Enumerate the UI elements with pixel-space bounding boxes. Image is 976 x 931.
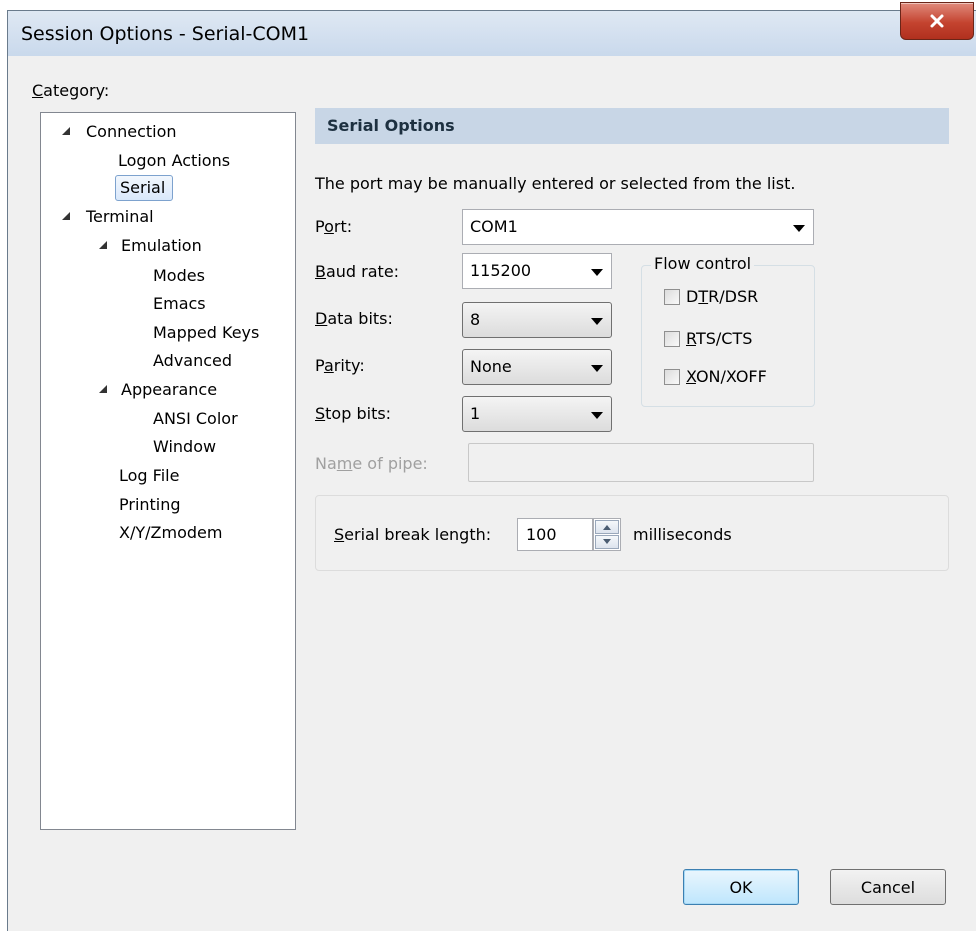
tree-item-xyzmodem[interactable]: X/Y/Zmodem (119, 523, 222, 543)
parity-select[interactable]: None (462, 349, 612, 385)
expanded-arrow-icon[interactable] (98, 240, 108, 250)
cancel-button[interactable]: Cancel (830, 869, 946, 905)
stop-bits-select[interactable]: 1 (462, 396, 612, 432)
close-icon (930, 14, 944, 28)
data-bits-value: 8 (470, 310, 481, 329)
pipe-name-input (468, 443, 814, 482)
parity-value: None (470, 357, 512, 376)
expanded-arrow-icon[interactable] (98, 384, 108, 394)
tree-item-ansi-color[interactable]: ANSI Color (153, 409, 238, 429)
tree-item-log-file[interactable]: Log File (119, 466, 179, 486)
window-title: Session Options - Serial-COM1 (21, 23, 310, 45)
expanded-arrow-icon[interactable] (61, 211, 71, 221)
serial-options-header: Serial Options (315, 108, 949, 144)
serial-break-input[interactable]: 100 (517, 518, 593, 551)
flow-control-label: Flow control (651, 254, 755, 273)
tree-item-appearance[interactable]: Appearance (121, 380, 217, 400)
stop-bits-value: 1 (470, 404, 481, 423)
tree-item-printing[interactable]: Printing (119, 495, 181, 515)
pipe-name-label: Name of pipe: (315, 454, 428, 473)
tree-item-logon-actions[interactable]: Logon Actions (118, 151, 230, 171)
xon-xoff-checkbox[interactable] (664, 369, 680, 385)
tree-item-emacs[interactable]: Emacs (153, 294, 206, 314)
ok-button[interactable]: OK (683, 869, 799, 905)
tree-item-serial[interactable]: Serial (120, 178, 165, 198)
title-bar[interactable]: Session Options - Serial-COM1 (8, 2, 976, 56)
tree-item-connection[interactable]: Connection (86, 122, 177, 142)
baud-rate-label: Baud rate: (315, 262, 400, 281)
baud-rate-combobox[interactable]: 115200 (462, 253, 612, 289)
section-title: Serial Options (327, 116, 455, 135)
dtr-dsr-checkbox[interactable] (664, 289, 680, 305)
chevron-down-icon[interactable] (591, 269, 603, 276)
chevron-down-icon[interactable] (793, 225, 805, 232)
serial-break-spinner[interactable] (593, 518, 621, 551)
category-label: Category: (32, 81, 110, 100)
port-label: Port: (315, 217, 353, 236)
spin-down-button[interactable] (595, 535, 619, 549)
milliseconds-label: milliseconds (633, 525, 732, 544)
chevron-down-icon (591, 318, 603, 325)
chevron-down-icon (591, 365, 603, 372)
port-combobox[interactable]: COM1 (462, 209, 814, 245)
data-bits-select[interactable]: 8 (462, 302, 612, 338)
close-button[interactable] (900, 2, 974, 40)
spin-up-button[interactable] (595, 520, 619, 534)
category-tree[interactable]: Connection Logon Actions Serial Terminal… (40, 112, 296, 830)
serial-break-label: Serial break length: (334, 525, 492, 544)
expanded-arrow-icon[interactable] (61, 126, 71, 136)
port-description: The port may be manually entered or sele… (315, 174, 796, 193)
tree-item-terminal[interactable]: Terminal (86, 207, 154, 227)
caret-down-icon (603, 539, 611, 544)
tree-item-mapped-keys[interactable]: Mapped Keys (153, 323, 259, 343)
tree-item-emulation[interactable]: Emulation (121, 236, 202, 256)
xon-xoff-label[interactable]: XON/XOFF (686, 367, 767, 386)
stop-bits-label: Stop bits: (315, 404, 392, 423)
tree-item-modes[interactable]: Modes (153, 266, 205, 286)
data-bits-label: Data bits: (315, 309, 393, 328)
tree-item-window[interactable]: Window (153, 437, 216, 457)
tree-item-advanced[interactable]: Advanced (153, 351, 232, 371)
baud-rate-value: 115200 (470, 261, 532, 280)
chevron-down-icon (591, 412, 603, 419)
rts-cts-label[interactable]: RTS/CTS (686, 329, 752, 348)
parity-label: Parity: (315, 356, 365, 375)
port-value: COM1 (470, 217, 518, 236)
dtr-dsr-label[interactable]: DTR/DSR (686, 287, 758, 306)
rts-cts-checkbox[interactable] (664, 331, 680, 347)
caret-up-icon (603, 525, 611, 530)
